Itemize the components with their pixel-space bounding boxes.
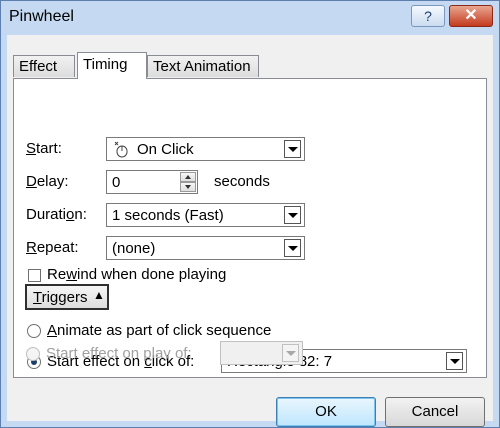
double-chevron-up-icon: ▲	[93, 288, 105, 302]
mouse-icon	[114, 141, 128, 158]
close-button[interactable]: ✕	[449, 5, 493, 27]
help-icon: ?	[424, 8, 432, 24]
ok-button[interactable]: OK	[276, 397, 376, 427]
chevron-down-icon[interactable]	[284, 239, 301, 257]
rewind-checkbox[interactable]	[28, 269, 41, 282]
sequence-label[interactable]: Animate as part of click sequence	[47, 322, 271, 339]
repeat-dropdown[interactable]: (none)	[106, 236, 305, 260]
spin-down-icon[interactable]	[180, 182, 196, 192]
chevron-down-icon[interactable]	[284, 206, 301, 224]
play-of-label: Start effect on play of:	[46, 345, 192, 362]
repeat-label: Repeat:	[26, 239, 79, 256]
triggers-label: Triggers	[33, 289, 88, 306]
delay-spinner[interactable]: 0	[106, 170, 198, 194]
tab-text-animation[interactable]: Text Animation	[147, 55, 259, 77]
duration-dropdown[interactable]: 1 seconds (Fast)	[106, 203, 305, 227]
chevron-down-icon	[282, 344, 299, 362]
delay-label: Delay:	[26, 173, 69, 190]
help-button[interactable]: ?	[411, 5, 445, 27]
play-of-radio[interactable]	[26, 347, 40, 361]
tab-effect[interactable]: Effect	[13, 55, 75, 77]
delay-unit: seconds	[214, 173, 270, 190]
triggers-button[interactable]: Triggers ▲	[25, 284, 109, 310]
sequence-radio[interactable]	[27, 324, 41, 338]
spin-up-icon[interactable]	[180, 172, 196, 182]
chevron-down-icon[interactable]	[446, 352, 463, 370]
dialog-client: Effect Timing Text Animation Start: On C…	[7, 35, 493, 427]
repeat-value: (none)	[112, 240, 156, 257]
rewind-label[interactable]: Rewind when done playing	[47, 266, 226, 283]
duration-label: Duration:	[26, 206, 87, 223]
start-value: On Click	[137, 141, 194, 158]
timing-panel: Start: On Click Delay: 0 seconds Duratio…	[13, 78, 487, 378]
dialog-window: Pinwheel ? ✕ Effect Timing Text Animatio…	[0, 0, 500, 428]
duration-value: 1 seconds (Fast)	[112, 207, 224, 224]
start-label: Start:	[26, 140, 62, 157]
chevron-down-icon[interactable]	[284, 140, 301, 158]
title-bar[interactable]: Pinwheel ? ✕	[1, 1, 499, 35]
tab-timing[interactable]: Timing	[77, 52, 147, 79]
window-title: Pinwheel	[9, 8, 74, 25]
start-dropdown[interactable]: On Click	[106, 137, 305, 161]
delay-value: 0	[112, 174, 121, 191]
play-of-dropdown[interactable]	[220, 341, 303, 365]
cancel-button[interactable]: Cancel	[385, 397, 485, 427]
close-icon: ✕	[464, 7, 478, 24]
